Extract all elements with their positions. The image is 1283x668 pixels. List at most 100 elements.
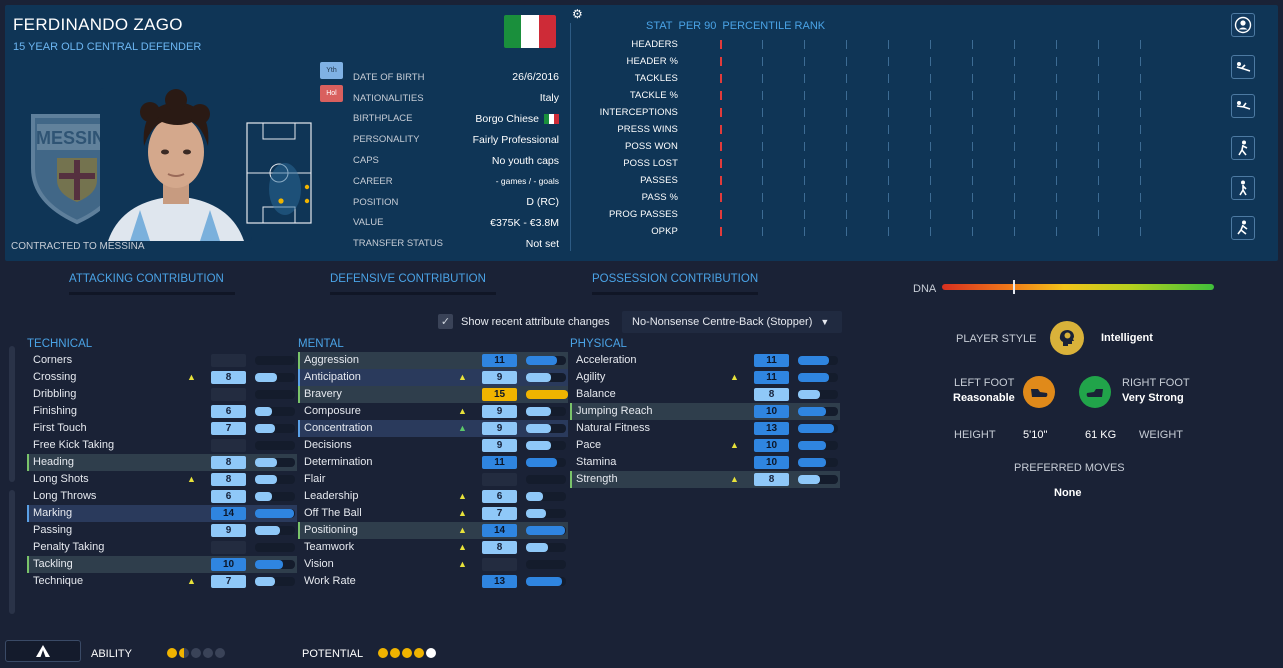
attribute-row[interactable]: Agility ▲ 11 — [570, 369, 840, 386]
attribute-row[interactable]: Concentration ▲ 9 — [298, 420, 568, 437]
left-boot-icon — [1023, 376, 1055, 408]
attribute-row[interactable]: Pace ▲ 10 — [570, 437, 840, 454]
attribute-row[interactable]: Dribbling — [27, 386, 297, 403]
attribute-row[interactable]: Marking 14 — [27, 505, 297, 522]
stat-gridline — [1098, 40, 1099, 49]
rating-star-icon — [390, 648, 400, 658]
weight-label: WEIGHT — [1139, 429, 1183, 441]
attribute-row[interactable]: Teamwork ▲ 8 — [298, 539, 568, 556]
stat-gridline — [846, 227, 847, 236]
show-changes-checkbox[interactable]: ✓ — [438, 314, 453, 329]
info-value: D (RC) — [526, 196, 559, 209]
info-value[interactable]: Not set — [526, 238, 559, 250]
attribute-row[interactable]: Determination 11 — [298, 454, 568, 471]
info-value: No youth caps — [491, 154, 559, 167]
stat-gridline — [846, 91, 847, 100]
running-player-icon[interactable] — [1231, 136, 1255, 160]
birthplace-value[interactable]: Borgo Chiese — [475, 113, 539, 125]
nation-flag-icon[interactable] — [504, 15, 556, 48]
attribute-bar-track — [255, 356, 295, 365]
scrollbar-upper[interactable] — [9, 346, 15, 482]
attribute-row[interactable]: Positioning ▲ 14 — [298, 522, 568, 539]
holiday-badge[interactable]: Hol — [320, 85, 343, 102]
attribute-row[interactable]: Long Throws 6 — [27, 488, 297, 505]
left-foot-value: Reasonable — [953, 392, 1015, 404]
brain-head-icon[interactable] — [1050, 321, 1084, 355]
stat-gridline — [804, 57, 805, 66]
scrollbar-lower[interactable] — [9, 490, 15, 614]
stat-row[interactable]: OPKP — [590, 224, 1190, 241]
stat-row[interactable]: PROG PASSES — [590, 207, 1190, 224]
attribute-row[interactable]: Bravery 15 — [298, 386, 568, 403]
attribute-row[interactable]: Finishing 6 — [27, 403, 297, 420]
attribute-row[interactable]: Passing 9 — [27, 522, 297, 539]
attribute-row[interactable]: Leadership ▲ 6 — [298, 488, 568, 505]
attribute-row[interactable]: Natural Fitness 13 — [570, 420, 840, 437]
stat-row[interactable]: POSS LOST — [590, 156, 1190, 173]
gear-icon[interactable]: ⚙ — [572, 7, 583, 21]
technical-title: TECHNICAL — [27, 338, 93, 350]
player-profile-icon[interactable] — [1231, 13, 1255, 37]
attribute-row[interactable]: Free Kick Taking — [27, 437, 297, 454]
attribute-change-arrow-icon: ▲ — [458, 525, 467, 535]
stat-row[interactable]: TACKLE % — [590, 88, 1190, 105]
stat-gridline — [804, 176, 805, 185]
attribute-row[interactable]: Tackling 10 — [27, 556, 297, 573]
walking-player-icon[interactable] — [1231, 176, 1255, 200]
rating-star-icon — [215, 648, 225, 658]
attribute-row[interactable]: Balance 8 — [570, 386, 840, 403]
attacking-contribution-title: ATTACKING CONTRIBUTION — [69, 273, 224, 285]
attribute-name: Acceleration — [576, 354, 637, 366]
youth-badge[interactable]: Yth — [320, 62, 343, 79]
stat-gridline — [846, 57, 847, 66]
stat-row[interactable]: HEADERS — [590, 37, 1190, 54]
stat-gridline — [762, 227, 763, 236]
attacking-contribution-bar — [69, 292, 235, 295]
stat-row[interactable]: POSS WON — [590, 139, 1190, 156]
show-changes-label[interactable]: Show recent attribute changes — [461, 316, 610, 328]
stat-row[interactable]: TACKLES — [590, 71, 1190, 88]
stat-row[interactable]: INTERCEPTIONS — [590, 105, 1190, 122]
stat-gridline — [1056, 227, 1057, 236]
ability-label: ABILITY — [91, 648, 132, 660]
attribute-name: Concentration — [304, 422, 373, 434]
tactical-style-button[interactable] — [5, 640, 81, 662]
attribute-row[interactable]: Aggression 11 — [298, 352, 568, 369]
stat-row[interactable]: PASSES — [590, 173, 1190, 190]
attribute-row[interactable]: Long Shots ▲ 8 — [27, 471, 297, 488]
stat-row[interactable]: HEADER % — [590, 54, 1190, 71]
contract-status[interactable]: CONTRACTED TO MESSINA — [11, 241, 145, 252]
attribute-row[interactable]: Stamina 10 — [570, 454, 840, 471]
slide-tackle-icon[interactable] — [1231, 55, 1255, 79]
attribute-row[interactable]: Off The Ball ▲ 7 — [298, 505, 568, 522]
stat-row[interactable]: PRESS WINS — [590, 122, 1190, 139]
attribute-row[interactable]: Work Rate 13 — [298, 573, 568, 590]
attribute-change-arrow-icon: ▲ — [187, 576, 196, 586]
attribute-row[interactable]: Flair — [298, 471, 568, 488]
attribute-row[interactable]: Composure ▲ 9 — [298, 403, 568, 420]
attribute-row[interactable]: Heading 8 — [27, 454, 297, 471]
attribute-row[interactable]: Penalty Taking — [27, 539, 297, 556]
rating-star-icon — [426, 648, 436, 658]
attribute-row[interactable]: Vision ▲ — [298, 556, 568, 573]
attribute-row[interactable]: Corners — [27, 352, 297, 369]
stat-row[interactable]: PASS % — [590, 190, 1190, 207]
attribute-row[interactable]: Acceleration 11 — [570, 352, 840, 369]
attribute-row[interactable]: Jumping Reach 10 — [570, 403, 840, 420]
stat-gridline — [1098, 91, 1099, 100]
stat-gridline — [846, 210, 847, 219]
attribute-row[interactable]: Decisions 9 — [298, 437, 568, 454]
stat-gridline — [1098, 159, 1099, 168]
role-select[interactable]: No-Nonsense Centre-Back (Stopper) ▼ — [622, 311, 842, 333]
attribute-row[interactable]: Technique ▲ 7 — [27, 573, 297, 590]
stat-gridline — [762, 193, 763, 202]
preferred-moves-value: None — [1054, 487, 1082, 499]
attribute-row[interactable]: First Touch 7 — [27, 420, 297, 437]
attribute-row[interactable]: Crossing ▲ 8 — [27, 369, 297, 386]
info-value[interactable]: Italy — [540, 92, 559, 104]
attribute-row[interactable]: Anticipation ▲ 9 — [298, 369, 568, 386]
tackle-icon[interactable] — [1231, 94, 1255, 118]
sprinting-player-icon[interactable] — [1231, 216, 1255, 240]
info-row-nationalities: NATIONALITIES Italy — [353, 88, 559, 109]
attribute-row[interactable]: Strength ▲ 8 — [570, 471, 840, 488]
